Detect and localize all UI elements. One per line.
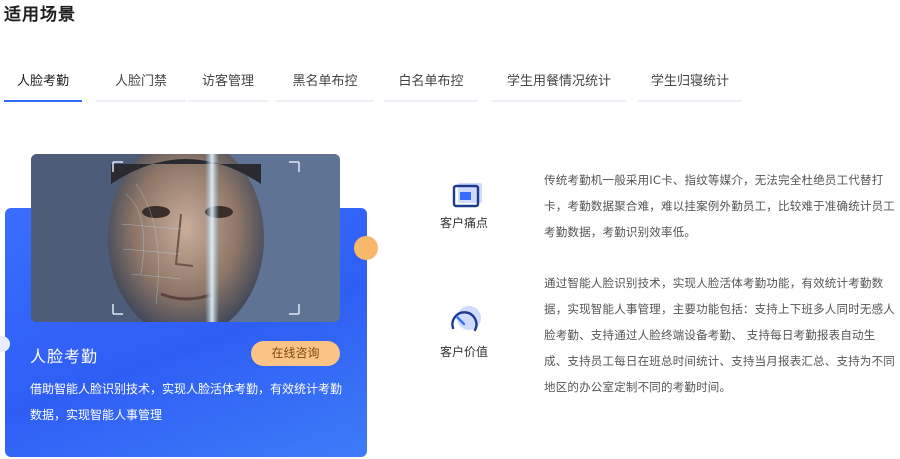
tab-whitelist[interactable]: 白名单布控 [384, 68, 478, 102]
face-scan-illustration [31, 154, 340, 322]
section-title: 适用场景 [4, 5, 76, 25]
tab-visitor-management[interactable]: 访客管理 [188, 68, 268, 102]
tab-face-access[interactable]: 人脸门禁 [96, 68, 186, 102]
pain-point-text: 传统考勤机一般采用IC卡、指纹等媒介，无法完全杜绝员工代替打卡，考勤数据聚合难，… [544, 173, 895, 239]
face-scan-image [31, 154, 340, 322]
tab-student-dorm[interactable]: 学生归寝统计 [638, 68, 742, 102]
scenario-tabs: 人脸考勤 人脸门禁 访客管理 黑名单布控 白名单布控 学生用餐情况统计 学生归寝… [4, 68, 764, 102]
online-consult-button[interactable]: 在线咨询 [251, 341, 340, 366]
gauge-icon [451, 306, 481, 332]
tab-blacklist[interactable]: 黑名单布控 [276, 68, 374, 102]
card-description: 借助智能人脸识别技术，实现人脸活体考勤，有效统计考勤数据，实现智能人事管理 [30, 382, 343, 422]
customer-value-text: 通过智能人脸识别技术，实现人脸活体考勤功能，有效统计考勤数据，实现智能人事管理，… [544, 276, 895, 394]
customer-value-label: 客户价值 [440, 345, 489, 359]
tab-student-dining[interactable]: 学生用餐情况统计 [492, 68, 626, 102]
monitor-icon [452, 183, 482, 208]
tab-face-attendance[interactable]: 人脸考勤 [4, 68, 82, 102]
pain-point-label: 客户痛点 [440, 216, 489, 230]
card-title: 人脸考勤 [30, 347, 99, 366]
card-decor-orange-dot [354, 236, 378, 260]
